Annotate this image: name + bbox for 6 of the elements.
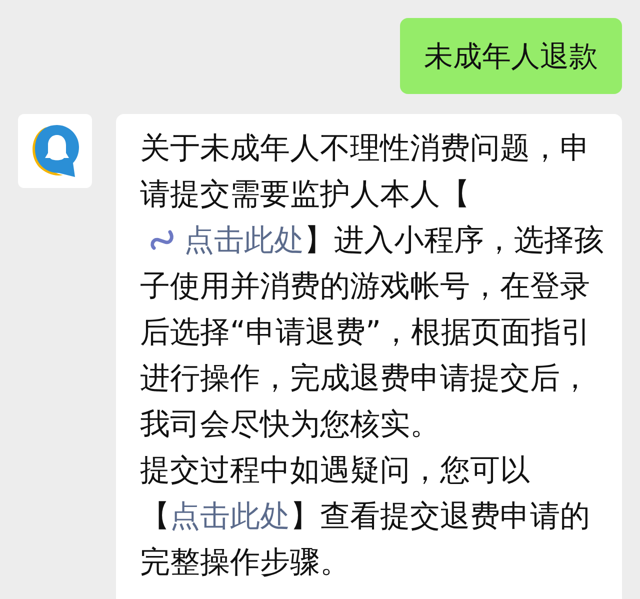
mini-program-link[interactable]: 点击此处: [140, 223, 304, 258]
outgoing-message: 未成年人退款: [400, 18, 622, 94]
message-paragraph: 提交过程中如遇疑问，您可以【点击此处】查看提交退费申请的完整操作步骤。: [140, 452, 591, 582]
link[interactable]: 点击此处: [170, 499, 290, 534]
avatar[interactable]: [18, 114, 92, 188]
message-paragraph: 关于未成年人不理性消费问题，申请提交需要监护人本人【 点击此处】进入小程序，选择孩子使用并消费的游戏帐号，在登录后选择“申请退费”，根据页面指引进行操作，完成退费申请提交后，我司会尽快为您核实。: [140, 130, 605, 444]
